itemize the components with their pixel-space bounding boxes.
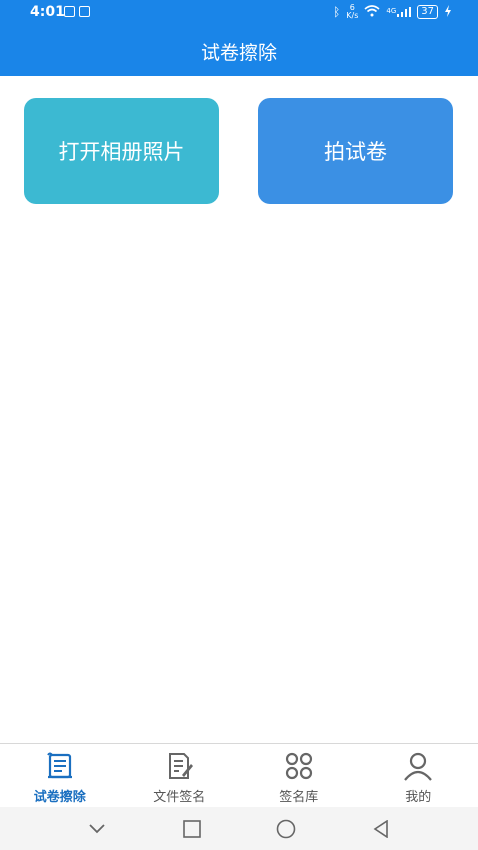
back-button[interactable] — [370, 818, 392, 840]
alarm-icon — [79, 6, 90, 17]
system-navigation-bar — [0, 807, 478, 850]
open-album-button[interactable]: 打开相册照片 — [24, 98, 219, 204]
signature-library-icon — [285, 752, 312, 780]
status-right-group: ᛒ 6 K/s 4G 37 — [333, 4, 452, 20]
nav-label-signature-library: 签名库 — [279, 790, 319, 805]
cellular-signal-icon: 4G — [386, 7, 412, 17]
notification-icons — [64, 6, 90, 17]
person-icon — [404, 752, 433, 781]
take-exam-photo-button[interactable]: 拍试卷 — [258, 98, 453, 204]
battery-indicator: 37 — [417, 5, 438, 19]
nav-label-mine: 我的 — [405, 790, 432, 805]
home-button[interactable] — [275, 818, 297, 840]
triangle-back-icon — [373, 819, 388, 838]
status-bar: 4:01 ᛒ 6 K/s 4G 37 — [0, 0, 478, 26]
network-speed: 6 K/s — [346, 4, 358, 20]
nav-item-file-sign[interactable]: 文件签名 — [120, 744, 240, 807]
nfc-icon — [64, 6, 75, 17]
nav-item-signature-library[interactable]: 签名库 — [239, 744, 359, 807]
nav-label-exam-erase: 试卷擦除 — [33, 790, 86, 805]
bottom-nav: 试卷擦除 文件签名 签名库 我的 — [0, 743, 478, 807]
nav-item-exam-erase[interactable]: 试卷擦除 — [0, 744, 120, 807]
collapse-button[interactable] — [86, 818, 108, 840]
network-speed-unit: K/s — [346, 11, 359, 20]
circle-icon — [276, 819, 296, 838]
recent-apps-button[interactable] — [181, 818, 203, 840]
wifi-icon — [364, 4, 380, 20]
chevron-down-icon — [89, 823, 105, 833]
square-icon — [182, 819, 201, 838]
bluetooth-icon: ᛒ — [333, 5, 341, 19]
app-bar: 试卷擦除 — [0, 26, 478, 76]
scroll-icon — [46, 752, 72, 779]
document-sign-icon — [169, 753, 194, 779]
signal-type: 4G — [386, 7, 397, 15]
charging-icon — [444, 4, 452, 20]
page-title: 试卷擦除 — [200, 41, 277, 64]
take-exam-photo-label: 拍试卷 — [324, 140, 387, 164]
nav-label-file-sign: 文件签名 — [153, 790, 206, 805]
status-time: 4:01 — [30, 4, 65, 20]
nav-item-mine[interactable]: 我的 — [359, 744, 478, 807]
open-album-label: 打开相册照片 — [58, 140, 185, 164]
